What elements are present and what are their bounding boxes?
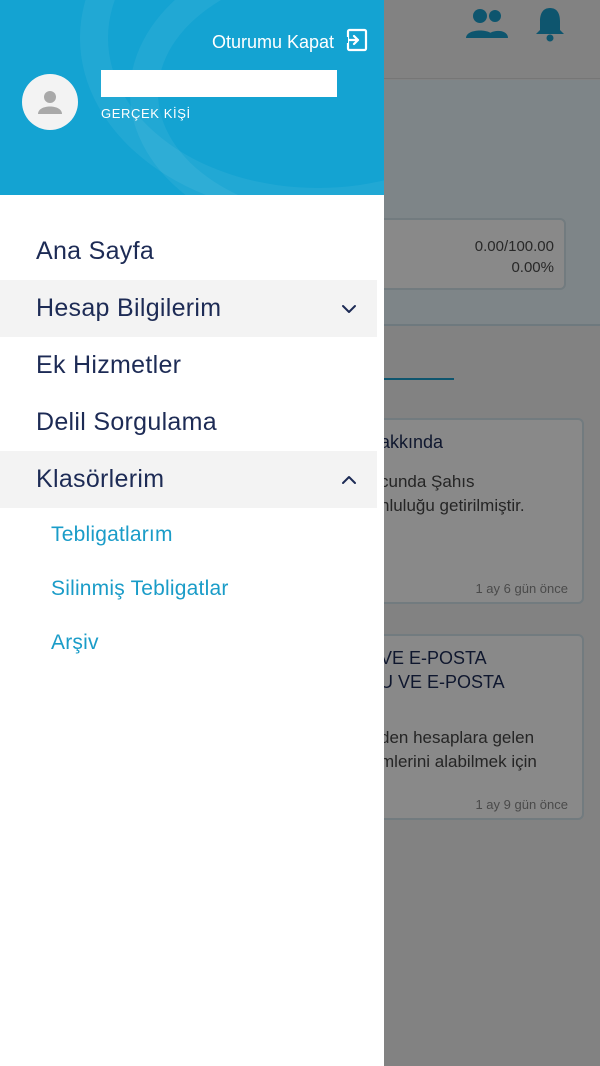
folders-submenu: Tebligatlarım Silinmiş Tebligatlar Arşiv xyxy=(0,508,384,670)
chevron-down-icon xyxy=(342,304,356,313)
menu-item-label: Ek Hizmetler xyxy=(36,351,182,379)
logout-button[interactable]: Oturumu Kapat xyxy=(212,28,368,57)
menu-item-evidence-query[interactable]: Delil Sorgulama xyxy=(0,394,377,451)
logout-label: Oturumu Kapat xyxy=(211,32,334,52)
user-name-redacted xyxy=(101,70,337,97)
drawer-menu: Ana Sayfa Hesap Bilgilerim Ek Hizmetler … xyxy=(0,223,384,670)
menu-item-folders[interactable]: Klasörlerim xyxy=(0,451,377,508)
chevron-up-icon xyxy=(342,475,356,484)
menu-item-label: Ana Sayfa xyxy=(36,237,155,265)
submenu-item-label: Silinmiş Tebligatlar xyxy=(51,577,229,600)
submenu-item-archive[interactable]: Arşiv xyxy=(0,616,384,670)
menu-item-extra-services[interactable]: Ek Hizmetler xyxy=(0,337,377,394)
submenu-item-label: Arşiv xyxy=(51,631,99,654)
submenu-item-notifications[interactable]: Tebligatlarım xyxy=(0,508,384,562)
menu-item-label: Klasörlerim xyxy=(36,465,165,493)
drawer-header: Oturumu Kapat GERÇEK KİŞİ xyxy=(0,0,384,195)
person-icon xyxy=(38,91,62,114)
menu-item-label: Delil Sorgulama xyxy=(36,408,217,436)
submenu-item-label: Tebligatlarım xyxy=(51,523,173,546)
navigation-drawer: Oturumu Kapat GERÇEK KİŞİ Ana Sayfa Hesa… xyxy=(0,0,384,1066)
submenu-item-deleted-notifications[interactable]: Silinmiş Tebligatlar xyxy=(0,562,384,616)
menu-item-account-info[interactable]: Hesap Bilgilerim xyxy=(0,280,377,337)
avatar xyxy=(22,74,78,130)
menu-item-home[interactable]: Ana Sayfa xyxy=(0,223,377,280)
logout-icon xyxy=(343,28,368,57)
menu-item-label: Hesap Bilgilerim xyxy=(36,294,222,322)
person-type-label: GERÇEK KİŞİ xyxy=(101,106,191,121)
